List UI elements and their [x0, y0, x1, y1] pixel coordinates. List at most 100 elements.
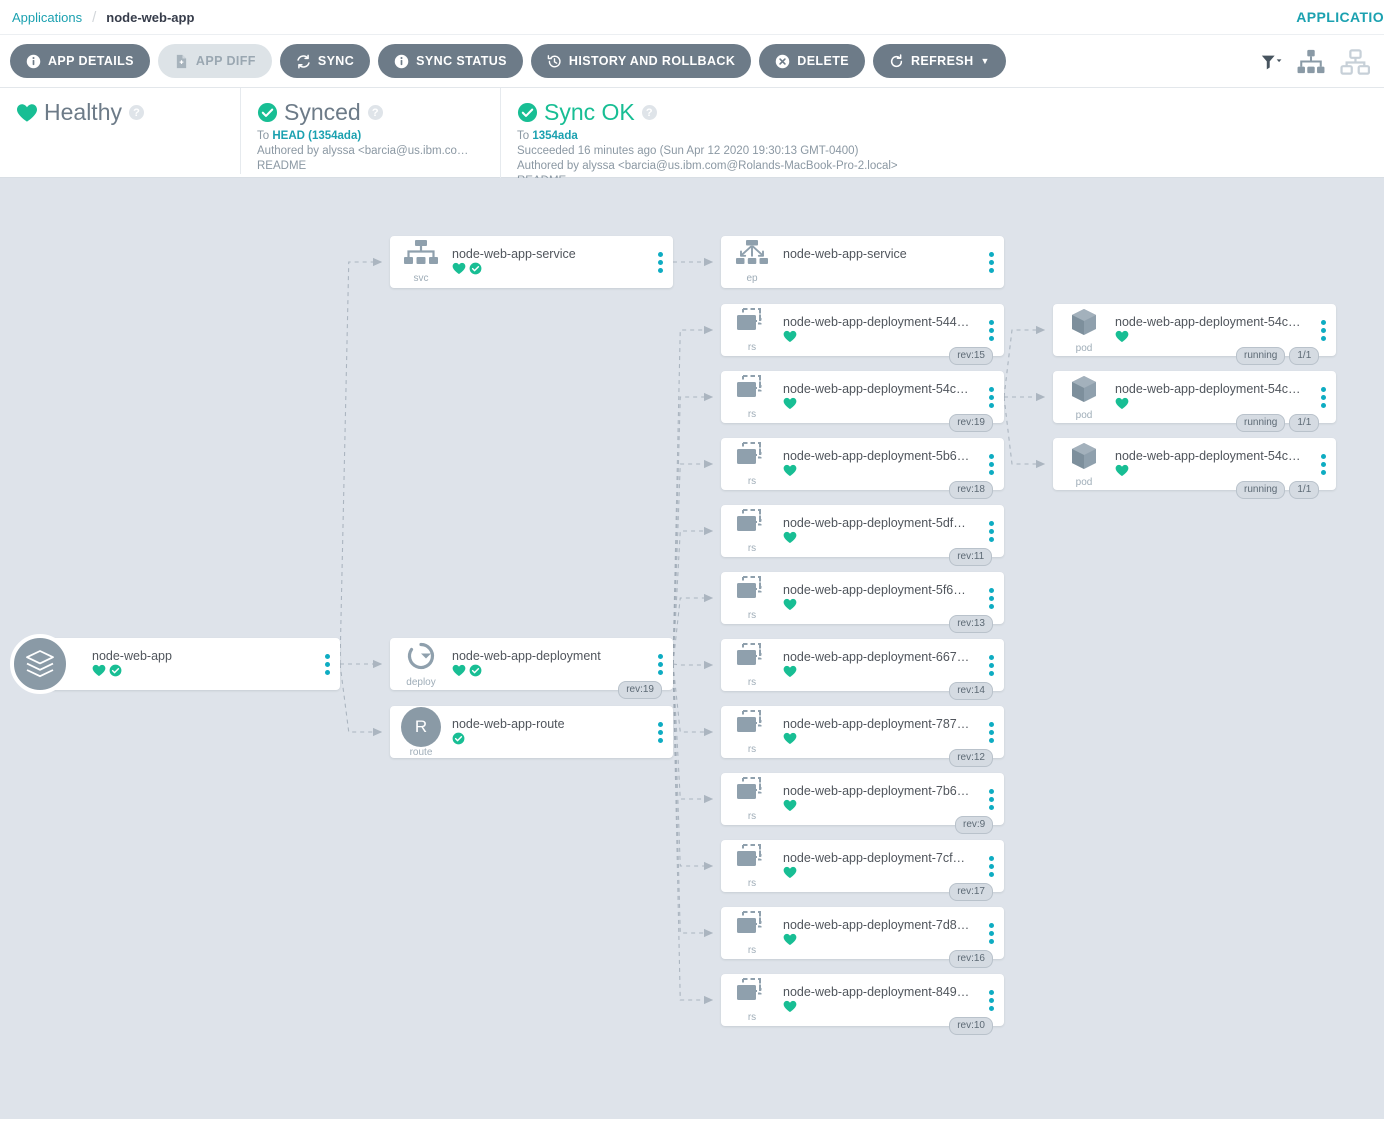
resource-node-menu-button[interactable] — [978, 788, 1004, 810]
resource-node-name: node-web-app — [92, 649, 172, 663]
resource-node-body: node-web-app-deployment-7d8… — [783, 917, 978, 949]
sync-button[interactable]: SYNC — [279, 44, 371, 78]
tree-view-icon[interactable] — [1296, 49, 1326, 75]
resource-icon-cell: rs — [721, 307, 783, 353]
heart-icon — [16, 103, 38, 123]
resource-kind-label: rs — [747, 1012, 757, 1023]
replicaset-icon — [734, 575, 770, 610]
resource-node-menu-button[interactable] — [978, 855, 1004, 877]
resource-status-badges — [1115, 397, 1302, 413]
resource-node-body: node-web-app-deployment-54c… — [1115, 381, 1310, 413]
resource-kind-label: rs — [747, 878, 757, 889]
resource-node-menu-button[interactable] — [978, 721, 1004, 743]
resource-node-menu-button[interactable] — [647, 251, 673, 273]
resource-node-name: node-web-app-deployment-787… — [783, 717, 970, 731]
resource-node-menu-button[interactable] — [1310, 319, 1336, 341]
resource-pill: rev:19 — [618, 681, 662, 699]
resource-status-badges — [452, 262, 639, 278]
resource-node-name: node-web-app-deployment-5f6… — [783, 583, 966, 597]
breadcrumb-current: node-web-app — [106, 9, 195, 25]
resource-kind-label: svc — [413, 273, 429, 284]
history-and-rollback-button[interactable]: HISTORY AND ROLLBACK — [530, 44, 752, 78]
resource-node-menu-button[interactable] — [1310, 453, 1336, 475]
chevron-down-icon: ▼ — [980, 55, 990, 66]
health-heart-icon — [1115, 464, 1129, 482]
resource-icon-cell: svc — [390, 240, 452, 284]
resource-kind-label: route — [409, 746, 433, 758]
resource-node-menu-button[interactable] — [978, 989, 1004, 1011]
resource-kind-label: rs — [747, 342, 757, 353]
resource-node-menu-button[interactable] — [978, 319, 1004, 341]
replicaset-icon — [734, 642, 770, 677]
resource-status-badges — [783, 264, 970, 278]
health-heart-icon — [452, 664, 466, 682]
resource-node-svc[interactable]: svc node-web-app-service — [390, 236, 673, 288]
operation-revision-link[interactable]: 1354ada — [532, 130, 577, 142]
deployment-icon — [405, 640, 437, 677]
resource-node-name: node-web-app-deployment-54c… — [1115, 315, 1301, 329]
health-heart-icon — [783, 464, 797, 482]
sync-to-prefix: To — [257, 130, 273, 143]
resource-status-badges — [783, 1000, 970, 1016]
sync-status-button[interactable]: SYNC STATUS — [378, 44, 523, 78]
resource-node-menu-button[interactable] — [978, 386, 1004, 408]
app-diff-label: APP DIFF — [195, 54, 256, 68]
view-controls — [1260, 35, 1370, 89]
refresh-label: REFRESH — [910, 54, 974, 68]
resource-node-name: node-web-app-deployment-54c… — [783, 382, 969, 396]
replicaset-icon — [734, 508, 770, 543]
resource-node-menu-button[interactable] — [647, 721, 673, 743]
resource-node-menu-button[interactable] — [978, 587, 1004, 609]
refresh-button[interactable]: REFRESH ▼ — [872, 44, 1006, 78]
resource-node-menu-button[interactable] — [978, 654, 1004, 676]
health-help-icon[interactable]: ? — [128, 105, 144, 121]
sync-help-icon[interactable]: ? — [367, 105, 383, 121]
resource-pill-row-rs8: rev:9 — [955, 816, 994, 834]
resource-node-menu-button[interactable] — [978, 453, 1004, 475]
health-heart-icon — [783, 531, 797, 549]
resource-pill-row-deploy: rev:19 — [618, 681, 662, 699]
resource-node-menu-button[interactable] — [1310, 386, 1336, 408]
resource-pill: 1/1 — [1289, 414, 1320, 432]
resource-icon-cell: deploy — [390, 640, 452, 688]
sync-revision-link[interactable]: HEAD (1354ada) — [272, 130, 361, 142]
resource-icon-cell: rs — [721, 508, 783, 554]
sync-check-icon — [469, 664, 482, 682]
resource-kind-label: rs — [747, 744, 757, 755]
resource-node-menu-button[interactable] — [978, 922, 1004, 944]
app-details-label: APP DETAILS — [48, 54, 134, 68]
resource-node-menu-button[interactable] — [647, 653, 673, 675]
resource-icon-cell: rs — [721, 843, 783, 889]
sync-status-label: SYNC STATUS — [416, 54, 507, 68]
sync-label: SYNC — [317, 54, 355, 68]
health-heart-icon — [1115, 330, 1129, 348]
resource-node-menu-button[interactable] — [314, 653, 340, 675]
resource-pill: rev:14 — [949, 682, 993, 700]
resource-pill: 1/1 — [1289, 481, 1320, 499]
resource-status-badges — [783, 799, 970, 815]
app-details-button[interactable]: APP DETAILS — [10, 44, 150, 78]
resource-node-menu-button[interactable] — [978, 251, 1004, 273]
resource-node-route[interactable]: Rroute node-web-app-route — [390, 706, 673, 758]
resource-node-ep[interactable]: ep node-web-app-service — [721, 236, 1004, 288]
delete-button[interactable]: DELETE — [759, 44, 865, 78]
resource-tree-canvas[interactable]: node-web-app svc node-web-app-service ep nod… — [0, 178, 1384, 1119]
resource-node-app[interactable]: node-web-app — [10, 634, 340, 694]
resource-node-menu-button[interactable] — [978, 520, 1004, 542]
breadcrumb-applications-link[interactable]: Applications — [12, 10, 82, 25]
health-heart-icon — [92, 664, 106, 682]
resource-status-badges — [783, 397, 970, 413]
filter-icon[interactable] — [1260, 52, 1282, 72]
network-view-icon[interactable] — [1340, 49, 1370, 75]
operation-help-icon[interactable]: ? — [641, 105, 657, 121]
resource-node-body: node-web-app-deployment-7cf… — [783, 850, 978, 882]
resource-icon-cell: rs — [721, 776, 783, 822]
app-diff-button[interactable]: APP DIFF — [157, 44, 272, 78]
resource-pill-row-rs4: rev:11 — [949, 548, 993, 566]
resource-status-badges — [783, 933, 970, 949]
resource-status-badges — [783, 665, 970, 681]
resource-status-badges — [1115, 464, 1302, 482]
resource-node-body: node-web-app — [92, 648, 314, 680]
delete-icon — [775, 54, 790, 69]
health-heart-icon — [783, 330, 797, 348]
